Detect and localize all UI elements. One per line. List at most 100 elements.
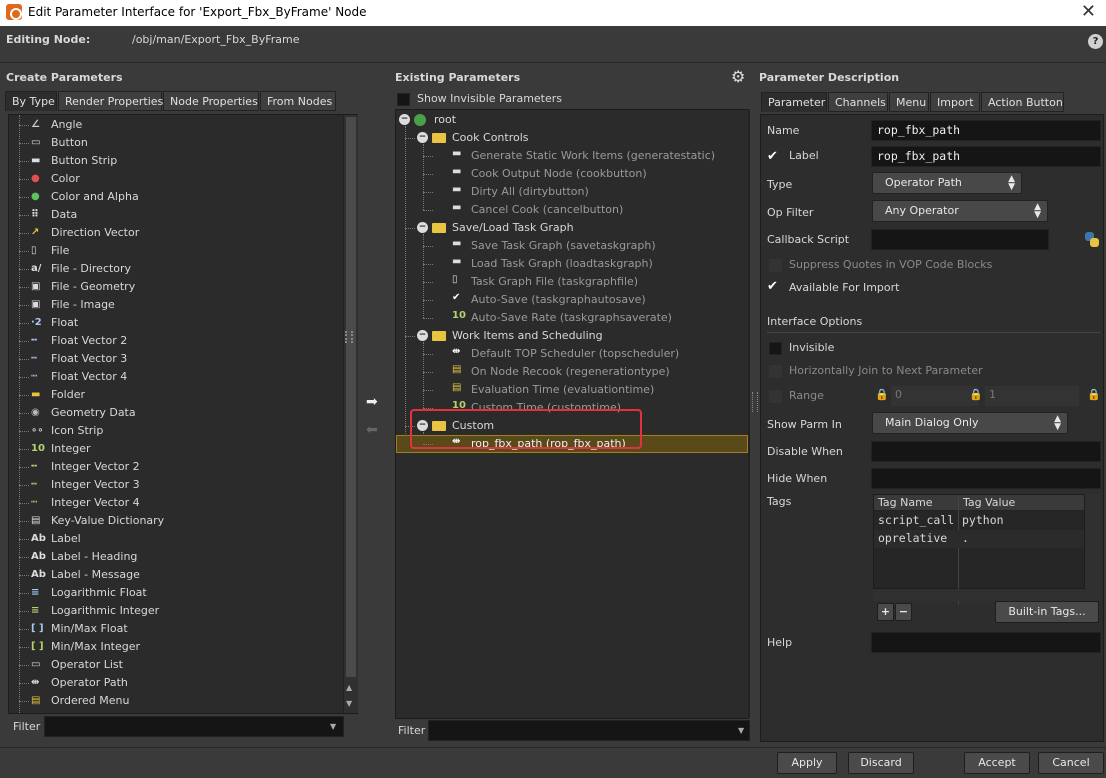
tree-folder[interactable]: Work Items and Scheduling [452,327,603,345]
table-row[interactable]: oprelative . [874,530,1084,548]
tree-parameter-item[interactable]: Load Task Graph (loadtaskgraph) [471,255,653,273]
tree-parameter-item[interactable]: Dirty All (dirtybutton) [471,183,589,201]
list-item[interactable]: ∠ Angle [13,116,343,134]
list-item[interactable]: ╍ Float Vector 2 [13,332,343,350]
lock-icon[interactable]: 🔒 [1087,388,1101,401]
callback-script-field[interactable] [871,229,1049,250]
tags-header-value[interactable]: Tag Value [963,496,1015,509]
tab-parameter[interactable]: Parameter [761,92,827,112]
list-item[interactable]: ≡ Logarithmic Float [13,584,343,602]
add-tag-button[interactable]: + [877,603,894,621]
range-max-field[interactable]: 1 [985,386,1079,406]
op-filter-select[interactable]: Any Operator ▲ ▼ [872,200,1048,222]
cancel-button[interactable]: Cancel [1038,752,1104,774]
collapse-icon[interactable]: − [417,330,428,341]
filter-dropdown-icon[interactable]: ▼ [330,722,336,731]
tree-parameter-item[interactable]: Cook Output Node (cookbutton) [471,165,647,183]
help-icon[interactable]: ? [1088,34,1103,49]
gear-icon[interactable]: ⚙ [731,67,745,86]
tab-menu[interactable]: Menu [889,92,929,112]
tree-parameter-item[interactable]: Save Task Graph (savetaskgraph) [471,237,656,255]
list-item[interactable]: ┅ Float Vector 3 [13,350,343,368]
type-list-scrollbar[interactable]: ▲ ▼ [343,115,358,713]
tree-parameter-item[interactable]: Generate Static Work Items (generatestat… [471,147,715,165]
python-icon[interactable] [1083,231,1101,249]
hjoin-checkbox[interactable] [769,365,782,378]
list-item[interactable]: ▭ Button [13,134,343,152]
existing-filter-input[interactable] [428,720,750,741]
list-item[interactable]: ▬ Folder [13,386,343,404]
list-item[interactable]: ● Color and Alpha [13,188,343,206]
list-item[interactable]: [ ] Min/Max Integer [13,638,343,656]
list-item[interactable]: ·2 Float [13,314,343,332]
scroll-down-icon[interactable]: ▼ [346,699,352,708]
available-for-import-checkbox[interactable]: ✔ [767,279,778,294]
list-item[interactable]: ⇹ Operator Path [13,674,343,692]
tag-name-cell[interactable]: script_call [878,513,954,527]
range-checkbox[interactable] [769,390,782,403]
existing-filter-dropdown-icon[interactable]: ▼ [738,726,744,735]
list-item[interactable]: ≡ Logarithmic Integer [13,602,343,620]
tree-parameter-item[interactable]: Cancel Cook (cancelbutton) [471,201,623,219]
collapse-icon[interactable]: − [417,132,428,143]
tags-hscrollbar[interactable] [873,589,1101,601]
scrollbar-thumb[interactable] [346,117,356,677]
tree-parameter-item[interactable]: Evaluation Time (evaluationtime) [471,381,654,399]
tab-import[interactable]: Import [930,92,980,112]
tree-parameter-item[interactable]: Task Graph File (taskgraphfile) [471,273,638,291]
tags-header-name[interactable]: Tag Name [878,496,933,509]
list-item[interactable]: Ab Label - Heading [13,548,343,566]
list-item[interactable]: ┅ Integer Vector 3 [13,476,343,494]
tab-by-type[interactable]: By Type [5,91,57,111]
lock-icon[interactable]: 🔒 [969,388,983,401]
tag-value-cell[interactable]: python [962,513,1004,527]
invisible-checkbox[interactable] [769,342,782,355]
list-item[interactable]: ┉ Float Vector 4 [13,368,343,386]
list-item[interactable]: ▣ File - Image [13,296,343,314]
splitter-handle-icon[interactable] [345,331,353,343]
tab-channels[interactable]: Channels [828,92,888,112]
list-item[interactable]: Ab Label - Message [13,566,343,584]
list-item[interactable]: ▯ File [13,242,343,260]
show-invisible-checkbox[interactable] [397,93,410,106]
accept-button[interactable]: Accept [964,752,1030,774]
help-field[interactable] [871,632,1101,653]
list-item[interactable]: ● Color [13,170,343,188]
list-item[interactable]: Ab Label [13,530,343,548]
hide-when-field[interactable] [871,468,1101,489]
name-field[interactable]: rop_fbx_path [871,120,1101,141]
suppress-quotes-checkbox[interactable] [769,259,782,272]
list-item[interactable]: ◉ Geometry Data [13,404,343,422]
discard-button[interactable]: Discard [848,752,914,774]
tags-scrollbar[interactable] [1085,494,1101,589]
list-item[interactable]: ▬ Button Strip [13,152,343,170]
scroll-up-icon[interactable]: ▲ [346,683,352,692]
create-filter-input[interactable] [44,716,344,737]
list-item[interactable]: ▤ Key-Value Dictionary [13,512,343,530]
list-item[interactable]: ⠿ Data [13,206,343,224]
tree-folder[interactable]: Cook Controls [452,129,529,147]
tree-parameter-item[interactable]: On Node Recook (regenerationtype) [471,363,670,381]
tab-from-nodes[interactable]: From Nodes [260,91,336,111]
collapse-icon[interactable]: − [417,222,428,233]
lock-icon[interactable]: 🔒 [875,388,889,401]
remove-parameter-arrow-icon[interactable]: ⬅ [366,422,384,438]
close-window-icon[interactable]: ✕ [1081,1,1096,22]
list-item[interactable]: ↗ Direction Vector [13,224,343,242]
tree-parameter-item[interactable]: Auto-Save Rate (taskgraphsaverate) [471,309,672,327]
list-item[interactable]: ∘∘ Icon Strip [13,422,343,440]
type-select[interactable]: Operator Path ▲ ▼ [872,172,1022,194]
tree-root[interactable]: root [434,111,456,129]
apply-button[interactable]: Apply [777,752,837,774]
list-item[interactable]: [ ] Min/Max Float [13,620,343,638]
list-item[interactable]: ▤ Ordered Menu [13,692,343,710]
collapse-icon[interactable]: − [399,114,410,125]
tab-action-button[interactable]: Action Button [981,92,1064,112]
label-checkbox[interactable]: ✔ [767,149,778,164]
tag-value-cell[interactable]: . [962,531,969,545]
add-parameter-arrow-icon[interactable]: ➡ [366,394,384,410]
builtin-tags-button[interactable]: Built-in Tags... [995,601,1099,623]
list-item[interactable]: ▣ File - Geometry [13,278,343,296]
tree-parameter-item[interactable]: Default TOP Scheduler (topscheduler) [471,345,679,363]
disable-when-field[interactable] [871,441,1101,462]
